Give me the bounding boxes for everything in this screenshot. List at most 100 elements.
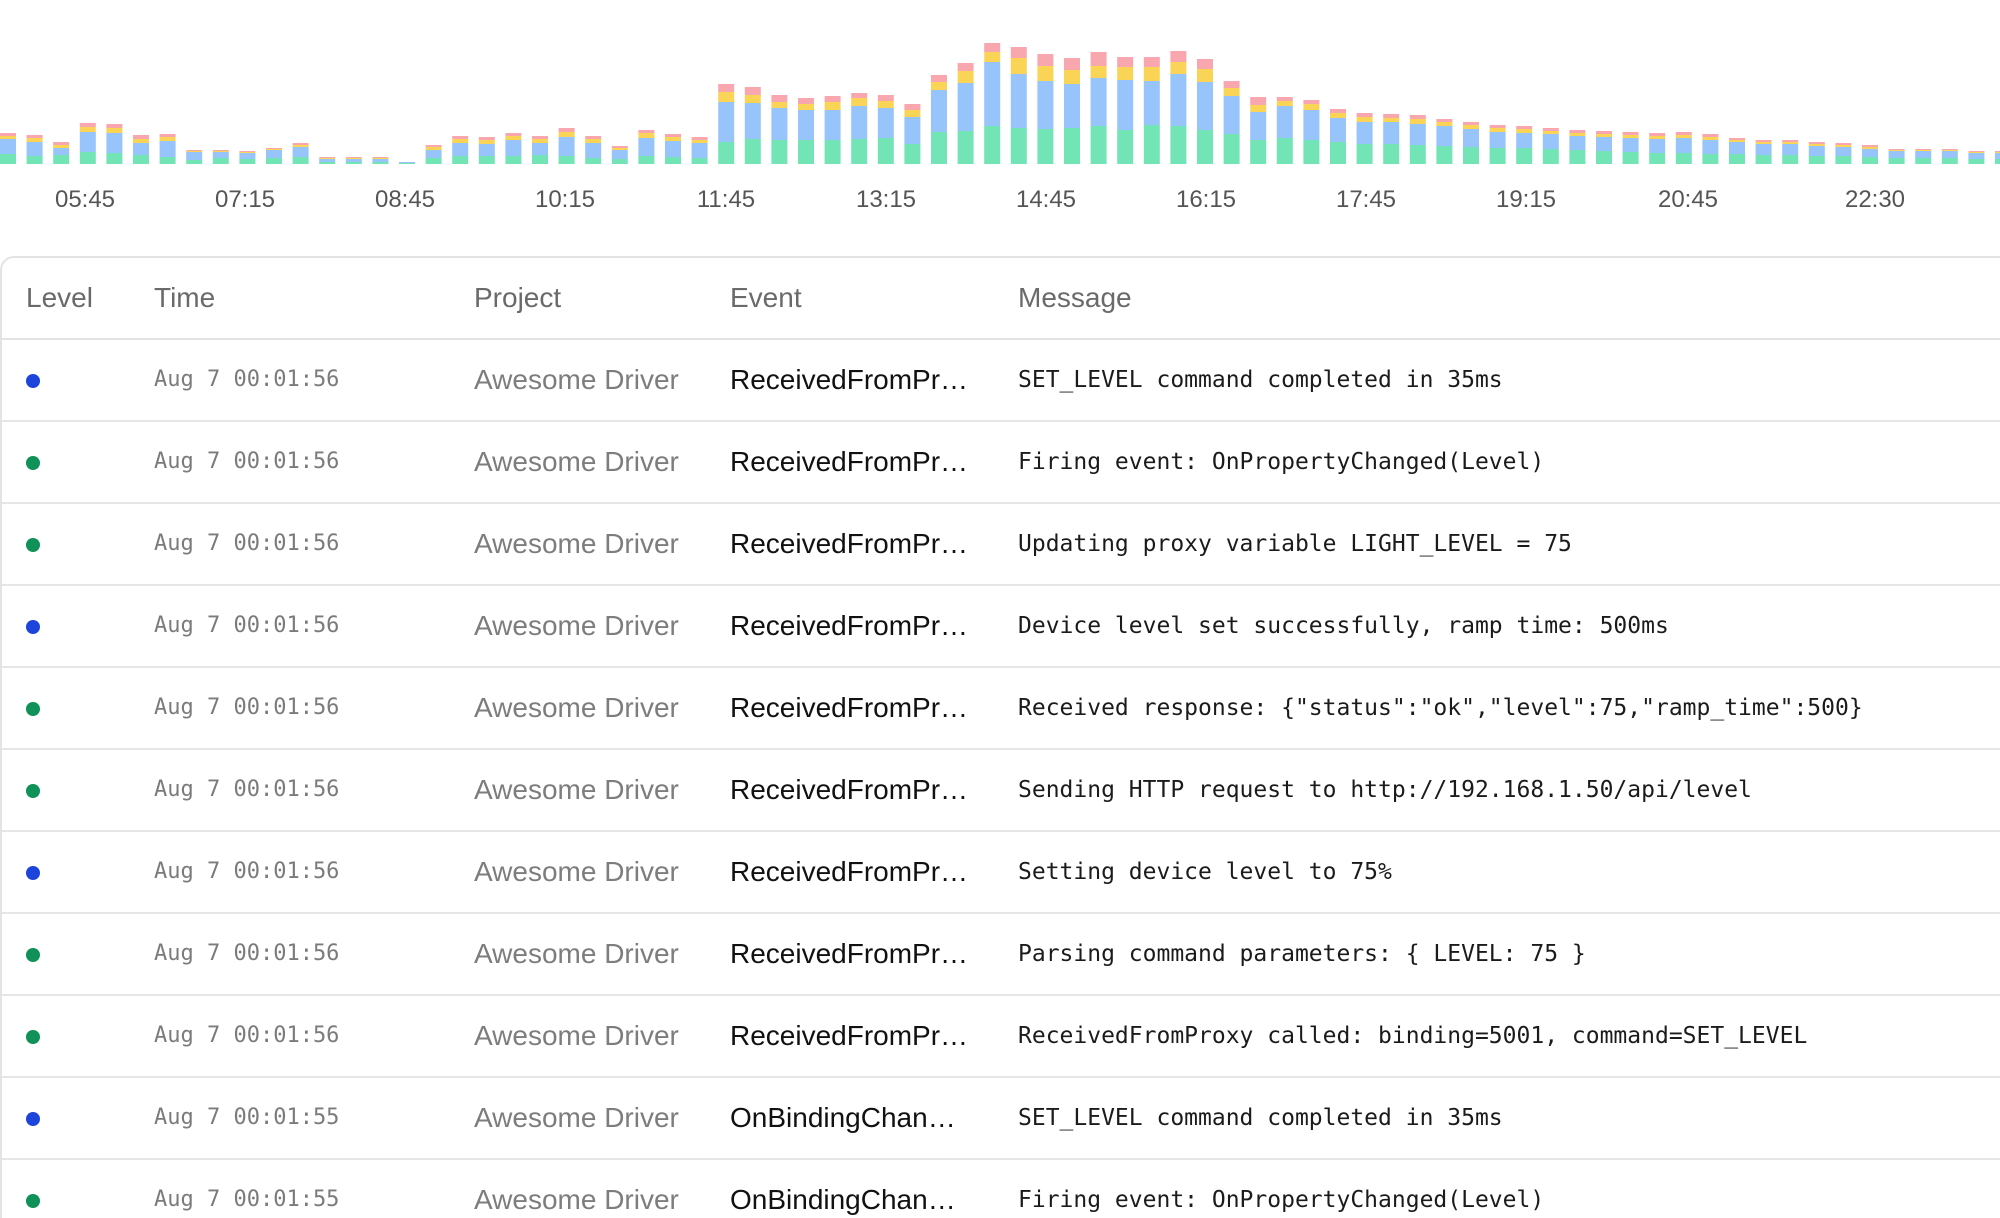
bar-segment: [159, 141, 176, 157]
column-header-project[interactable]: Project: [474, 282, 561, 314]
table-row[interactable]: Aug 7 00:01:55 Awesome Driver OnBindingCha…: [2, 1078, 2000, 1160]
table-row[interactable]: Aug 7 00:01:56 Awesome Driver ReceivedFrom…: [2, 996, 2000, 1078]
bar-segment: [824, 96, 841, 102]
level-indicator-dot: [26, 866, 40, 880]
table-row[interactable]: Aug 7 00:01:56 Awesome Driver ReceivedFrom…: [2, 832, 2000, 914]
bar-segment: [1596, 131, 1612, 134]
bar-segment: [1915, 158, 1932, 164]
bar-segment: [1835, 143, 1852, 145]
bar-segment: [1170, 74, 1187, 126]
x-tick-label: 10:15: [534, 186, 596, 213]
bar-segment: [372, 157, 389, 158]
bar-segment: [1250, 112, 1267, 140]
bar-segment: [1995, 159, 2000, 164]
bar-segment: [212, 158, 229, 164]
bar-segment: [558, 156, 575, 164]
bar-segment: [984, 62, 1001, 126]
table-row[interactable]: Aug 7 00:01:56 Awesome Driver ReceivedFrom…: [2, 340, 2000, 422]
bar-segment: [718, 102, 735, 142]
row-time: Aug 7 00:01:56: [154, 859, 340, 884]
bar-segment: [1596, 137, 1612, 151]
bar-segment: [904, 144, 921, 164]
row-time: Aug 7 00:01:56: [154, 695, 340, 720]
bar-segment: [1675, 135, 1692, 138]
bar-segment: [1409, 124, 1426, 145]
row-message: ReceivedFromProxy called: binding=5001, …: [1018, 1023, 1808, 1049]
bar-segment: [1622, 132, 1639, 135]
x-tick-label: 20:45: [1657, 186, 1719, 213]
bar-segment: [984, 52, 1001, 62]
table-row[interactable]: Aug 7 00:01:56 Awesome Driver ReceivedFrom…: [2, 422, 2000, 504]
bar-segment: [1649, 133, 1666, 136]
bar-segment: [1968, 153, 1985, 159]
bar-segment: [1303, 100, 1320, 104]
level-indicator-dot: [26, 702, 40, 716]
bar-segment: [798, 140, 814, 164]
bar-segment: [1622, 152, 1639, 164]
bar-segment: [1489, 148, 1506, 164]
bar-segment: [1409, 145, 1426, 164]
bar-segment: [904, 104, 921, 110]
row-project: Awesome Driver: [474, 528, 679, 559]
bar-segment: [1782, 142, 1799, 144]
bar-segment: [585, 136, 602, 139]
row-project: Awesome Driver: [474, 856, 679, 887]
row-event: ReceivedFromPr…: [730, 364, 969, 395]
bar-segment: [399, 162, 415, 163]
bar-segment: [26, 138, 43, 142]
row-event: ReceivedFromPr…: [730, 856, 969, 887]
bar-segment: [505, 156, 522, 164]
bar-segment: [478, 144, 495, 156]
bar-segment: [904, 110, 921, 117]
bar-segment: [1383, 118, 1400, 122]
table-row[interactable]: Aug 7 00:01:56 Awesome Driver ReceivedFrom…: [2, 750, 2000, 832]
bar-segment: [1569, 133, 1586, 136]
bar-segment: [1117, 130, 1134, 164]
table-row[interactable]: Aug 7 00:01:56 Awesome Driver ReceivedFrom…: [2, 668, 2000, 750]
column-header-event[interactable]: Event: [730, 282, 802, 314]
x-tick-label: 19:15: [1495, 186, 1557, 213]
bar-segment: [1064, 70, 1080, 84]
bar-segment: [1276, 138, 1293, 164]
bar-segment: [1330, 142, 1346, 164]
row-time: Aug 7 00:01:56: [154, 941, 340, 966]
bar-segment: [212, 151, 229, 152]
bar-segment: [1995, 151, 2000, 152]
bar-segment: [1197, 130, 1213, 164]
bar-segment: [1223, 96, 1240, 134]
bar-segment: [1915, 150, 1932, 151]
row-time: Aug 7 00:01:56: [154, 367, 340, 392]
column-header-message[interactable]: Message: [1018, 282, 1132, 314]
bar-segment: [1782, 144, 1799, 155]
stacked-bar-chart: [0, 43, 2000, 164]
row-event: OnBindingChang…: [730, 1102, 970, 1133]
bar-segment: [1675, 153, 1692, 164]
column-header-level[interactable]: Level: [26, 282, 93, 314]
bar-segment: [159, 157, 176, 164]
bar-segment: [1649, 136, 1666, 139]
bar-segment: [798, 110, 814, 140]
column-header-time[interactable]: Time: [154, 282, 215, 314]
row-message: SET_LEVEL command completed in 35ms: [1018, 367, 1503, 393]
table-row[interactable]: Aug 7 00:01:56 Awesome Driver ReceivedFrom…: [2, 586, 2000, 668]
bar-segment: [1090, 126, 1107, 164]
table-row[interactable]: Aug 7 00:01:55 Awesome Driver OnBindingCha…: [2, 1160, 2000, 1218]
bar-segment: [425, 145, 442, 147]
row-time: Aug 7 00:01:56: [154, 1023, 340, 1048]
bar-segment: [478, 140, 495, 144]
bar-segment: [292, 147, 309, 157]
bar-segment: [26, 142, 43, 156]
table-header: Level Time Project Event Message: [2, 258, 2000, 340]
bar-segment: [425, 158, 442, 164]
bar-segment: [1090, 78, 1107, 126]
row-message: Firing event: OnPropertyChanged(Level): [1018, 449, 1545, 475]
bar-segment: [1862, 145, 1878, 147]
bar-segment: [186, 151, 203, 152]
bar-segment: [1888, 158, 1905, 164]
bar-segment: [1622, 138, 1639, 152]
bar-segment: [1755, 140, 1772, 142]
row-event: ReceivedFromPr…: [730, 938, 969, 969]
table-row[interactable]: Aug 7 00:01:56 Awesome Driver ReceivedFrom…: [2, 504, 2000, 586]
table-row[interactable]: Aug 7 00:01:56 Awesome Driver ReceivedFrom…: [2, 914, 2000, 996]
bar-segment: [1143, 57, 1160, 67]
